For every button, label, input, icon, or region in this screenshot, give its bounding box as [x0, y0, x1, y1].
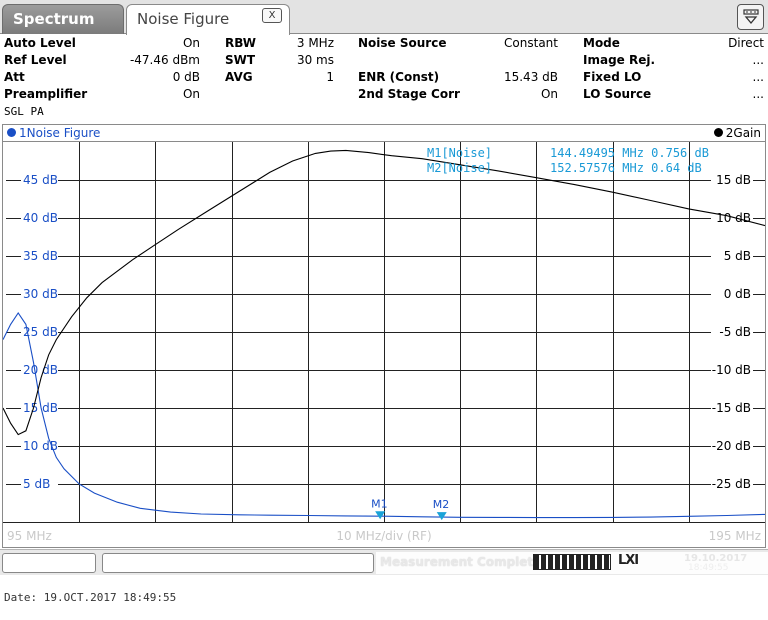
status-message: Measurement Complete: [380, 555, 542, 569]
noise-figure-plot[interactable]: 45 dB 40 dB 35 dB 30 dB 25 dB 20 dB 15 dB 10 dB…: [2, 141, 766, 548]
x-start-label: 95 MHz: [7, 529, 52, 543]
trace2-label: 2Gain: [725, 126, 761, 140]
tab-spectrum[interactable]: Spectrum: [2, 4, 124, 34]
image-rej-label: Image Rej.: [583, 53, 656, 67]
auto-level-value: On: [182, 36, 200, 50]
second-stage-corr-value: On: [540, 87, 558, 101]
right-tick-label: -25 dB: [712, 477, 751, 491]
right-tick-label: 10 dB: [716, 211, 751, 225]
image-rej-value: ...: [752, 53, 764, 67]
avg-label: AVG: [225, 70, 253, 84]
marker-m1-readout-label: M1[Noise]: [427, 146, 492, 160]
ref-level-value: -47.46 dBm: [129, 53, 200, 67]
tab-bar: Spectrum Noise Figure X: [0, 0, 768, 35]
marker-m2-tag: M2: [433, 498, 450, 511]
marker-m2-readout-label: M2[Noise]: [427, 161, 492, 175]
mode-label: Mode: [583, 36, 620, 50]
marker-m1-tag: M1: [371, 497, 388, 510]
right-tick-label: -5 dB: [719, 325, 751, 339]
trace1-dot-icon: [7, 128, 16, 137]
att-value: 0 dB: [172, 70, 200, 84]
enr-label: ENR (Const): [358, 70, 440, 84]
menu-icon: [743, 9, 759, 25]
lo-source-label: LO Source: [583, 87, 652, 101]
tab-noise-figure-label: Noise Figure: [137, 10, 230, 28]
status-bar: Measurement Complete LXI 19.10.2017 18:4…: [0, 549, 768, 575]
second-stage-corr-label: 2nd Stage Corr: [358, 87, 460, 101]
marker-m2-icon: [436, 512, 447, 521]
x-div-label: 10 MHz/div (RF): [336, 529, 431, 543]
marker-m2-readout-value: 152.57576 MHz 0.64 dB: [550, 161, 702, 175]
auto-level-label: Auto Level: [4, 36, 76, 50]
marker-m1-icon: [375, 511, 386, 520]
marker-m1-readout-value: 144.49495 MHz 0.756 dB: [550, 146, 709, 160]
trace1-label: 1Noise Figure: [19, 126, 101, 140]
menu-button[interactable]: [737, 4, 764, 30]
left-tick-label: 10 dB: [23, 439, 58, 453]
lxi-logo: LXI: [618, 553, 639, 568]
fixed-lo-value: ...: [752, 70, 764, 84]
swt-label: SWT: [225, 53, 256, 67]
left-tick-label: 35 dB: [23, 249, 58, 263]
noise-source-label: Noise Source: [358, 36, 447, 50]
right-tick-label: 5 dB: [724, 249, 751, 263]
fixed-lo-label: Fixed LO: [583, 70, 642, 84]
sweep-mode-indicator: SGL PA: [4, 105, 44, 118]
status-time: 18:49:55: [688, 563, 729, 573]
trace2-legend[interactable]: 2Gain: [713, 126, 761, 140]
right-tick-label: -15 dB: [712, 401, 751, 415]
att-label: Att: [4, 70, 25, 84]
right-tick-label: 15 dB: [716, 173, 751, 187]
preamplifier-label: Preamplifier: [4, 87, 88, 101]
trace1-legend[interactable]: 1Noise Figure: [7, 126, 100, 140]
footer-date: Date: 19.OCT.2017 18:49:55: [4, 591, 177, 604]
swt-value: 30 ms: [296, 53, 334, 67]
lo-source-value: ...: [752, 87, 764, 101]
enr-value: 15.43 dB: [503, 70, 558, 84]
left-tick-label: 30 dB: [23, 287, 58, 301]
x-stop-label: 195 MHz: [709, 529, 761, 543]
right-tick-label: -10 dB: [712, 363, 751, 377]
right-tick-label: -20 dB: [712, 439, 751, 453]
right-tick-label: 0 dB: [724, 287, 751, 301]
noise-source-value: Constant: [504, 36, 558, 50]
trace2-dot-icon: [713, 128, 723, 137]
ref-level-label: Ref Level: [4, 53, 67, 67]
left-tick-label: 5 dB: [23, 477, 50, 491]
close-tab-button[interactable]: X: [262, 8, 282, 23]
left-tick-label: 20 dB: [23, 363, 58, 377]
mode-value: Direct: [728, 36, 764, 50]
plot-canvas: 45 dB40 dB35 dB30 dB25 dB20 dB15 dB10 dB…: [3, 142, 765, 543]
rbw-label: RBW: [225, 36, 256, 50]
left-tick-label: 40 dB: [23, 211, 58, 225]
status-field-1: [2, 553, 96, 573]
left-tick-label: 45 dB: [23, 173, 58, 187]
settings-panel: Auto Level On Ref Level -47.46 dBm Att 0…: [0, 35, 768, 121]
preamplifier-value: On: [182, 87, 200, 101]
rbw-value: 3 MHz: [296, 36, 334, 50]
status-field-2: [102, 553, 374, 573]
trace-title-bar: 1Noise Figure 2Gain: [2, 124, 766, 141]
avg-value: 1: [326, 70, 334, 84]
progress-bar: [533, 554, 611, 570]
